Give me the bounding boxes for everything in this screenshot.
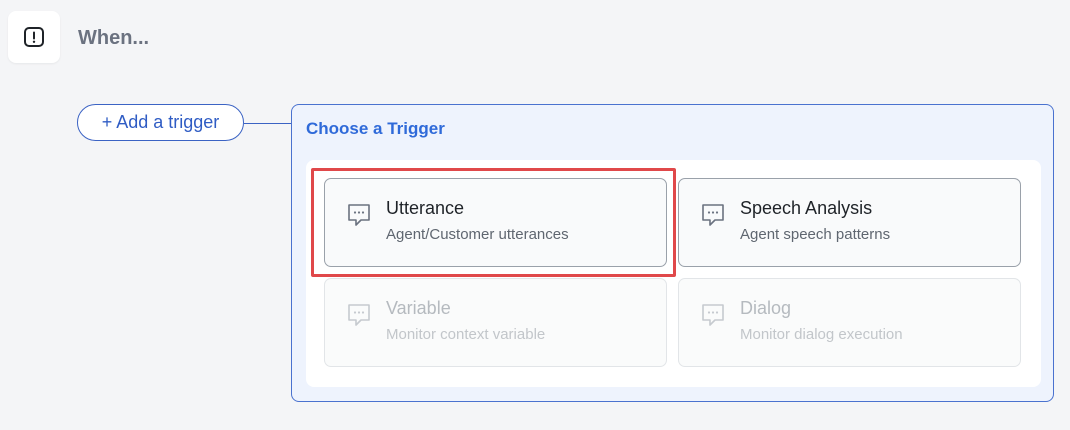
card-description: Monitor context variable	[386, 326, 546, 343]
alert-square-icon	[24, 27, 44, 47]
card-description: Monitor dialog execution	[740, 326, 903, 343]
add-trigger-button[interactable]: + Add a trigger	[77, 104, 244, 141]
card-title: Variable	[386, 298, 451, 318]
trigger-card-variable: Variable Monitor context variable	[324, 278, 667, 367]
trigger-card-utterance[interactable]: Utterance Agent/Customer utterances	[324, 178, 667, 267]
chat-bubble-icon	[702, 204, 724, 226]
card-description: Agent/Customer utterances	[386, 226, 569, 243]
trigger-card-speech-analysis[interactable]: Speech Analysis Agent speech patterns	[678, 178, 1021, 267]
trigger-card-dialog: Dialog Monitor dialog execution	[678, 278, 1021, 367]
card-description: Agent speech patterns	[740, 226, 891, 243]
choose-trigger-panel: Choose a Trigger Utterance Agent/Custome…	[291, 104, 1054, 402]
when-icon-box	[8, 11, 60, 63]
chat-bubble-icon	[348, 204, 370, 226]
trigger-editor: When... + Add a trigger Choose a Trigger…	[0, 0, 1070, 430]
card-title: Speech Analysis	[740, 198, 873, 218]
card-title: Utterance	[386, 198, 465, 218]
card-title: Dialog	[740, 298, 792, 318]
chat-bubble-icon	[348, 304, 370, 326]
connector-line	[244, 123, 292, 124]
chat-bubble-icon	[702, 304, 724, 326]
when-title: When...	[78, 27, 150, 49]
trigger-options: Utterance Agent/Customer utterances Spee…	[306, 160, 1041, 387]
panel-title: Choose a Trigger	[306, 119, 445, 138]
